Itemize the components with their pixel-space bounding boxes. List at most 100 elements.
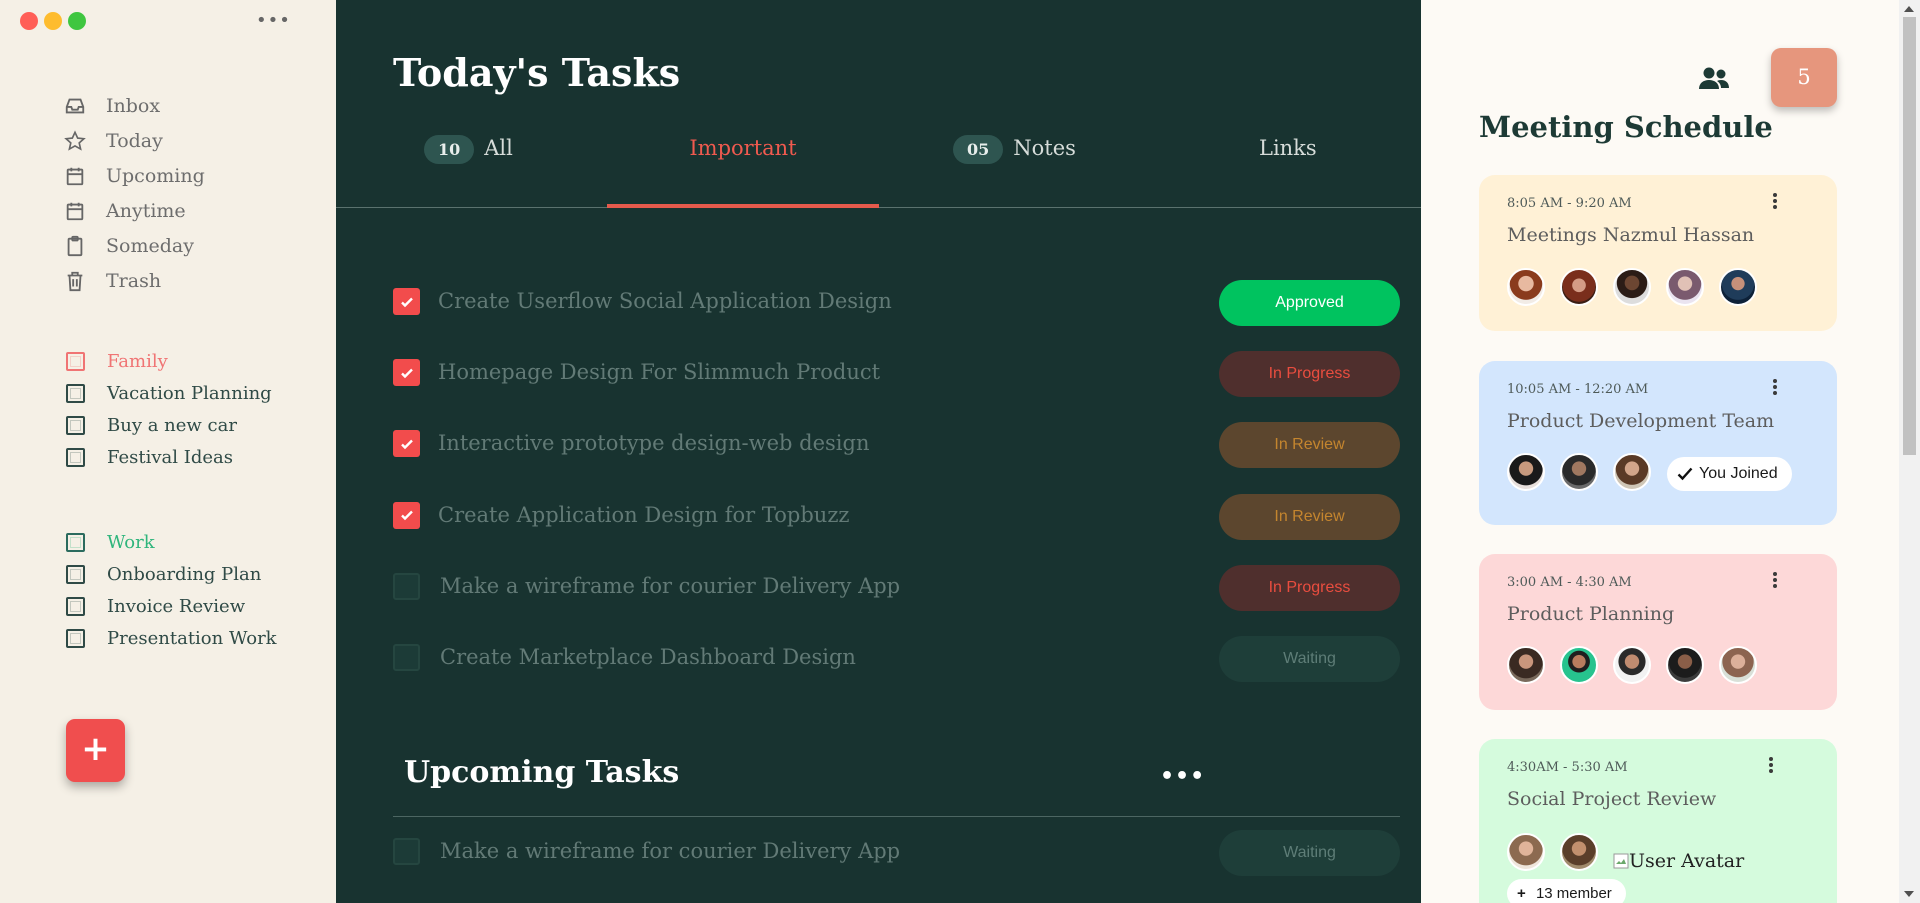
kebab-menu-icon[interactable] [1773,379,1779,395]
tab-links[interactable]: Links [1259,136,1317,208]
meeting-time: 10:05 AM - 12:20 AM [1507,382,1649,397]
add-button[interactable]: + [66,719,125,782]
nav-item-inbox[interactable]: Inbox [64,88,205,123]
you-joined-badge[interactable]: You Joined [1667,457,1792,491]
item-checkbox[interactable] [66,628,85,648]
tab-label: Links [1259,136,1317,160]
minimize-window-button[interactable] [44,12,62,30]
task-checkbox[interactable] [393,288,420,315]
member-count-label: 13 member [1535,885,1612,902]
list-item-label: Buy a new car [107,414,237,436]
nav-item-anytime[interactable]: Anytime [64,193,205,228]
sidebar-nav: Inbox Today Upcoming Anytime Someday Tra… [64,88,205,298]
task-row: Create Application Design for Topbuzz In… [393,479,1400,550]
inbox-icon [65,98,85,113]
group-title: Family [107,350,168,372]
tab-notes[interactable]: 05 Notes [953,135,1076,208]
attendee-avatars: You Joined [1507,453,1792,491]
meeting-card[interactable]: 8:05 AM - 9:20 AM Meetings Nazmul Hassan [1479,175,1837,331]
member-count-badge[interactable]: + 13 member [1507,879,1626,903]
people-icon[interactable] [1697,64,1731,94]
task-checkbox[interactable] [393,501,420,529]
status-badge[interactable]: Approved [1219,280,1400,326]
list-item[interactable]: Buy a new car [66,409,272,441]
list-item-label: Presentation Work [107,627,277,649]
kebab-menu-icon[interactable] [1773,193,1779,209]
more-options-icon[interactable]: ••• [1160,764,1205,789]
meeting-title: Product Development Team [1507,410,1775,432]
task-checkbox[interactable] [393,838,420,865]
task-checkbox[interactable] [393,572,420,600]
broken-image-icon [1613,853,1629,869]
check-icon [400,439,413,450]
task-checkbox[interactable] [393,430,420,458]
notification-button[interactable]: 5 [1771,48,1837,107]
maximize-window-button[interactable] [68,12,86,30]
group-checkbox[interactable] [66,532,85,552]
check-icon [1677,467,1693,481]
meeting-card[interactable]: 10:05 AM - 12:20 AM Product Development … [1479,361,1837,525]
group-header-work[interactable]: Work [66,526,277,558]
list-item-label: Invoice Review [107,595,246,617]
list-item[interactable]: Presentation Work [66,622,277,654]
scrollbar-thumb[interactable] [1903,17,1916,455]
group-checkbox[interactable] [66,351,85,371]
nav-item-trash[interactable]: Trash [64,263,205,298]
status-badge[interactable]: In Progress [1219,351,1400,398]
scroll-up-arrow-icon[interactable] [1904,6,1914,12]
avatar [1560,646,1598,684]
item-checkbox[interactable] [66,447,85,467]
list-item[interactable]: Invoice Review [66,590,277,622]
tab-label: All [484,136,513,160]
broken-avatar-image: User Avatar [1613,850,1744,872]
task-label: Make a wireframe for courier Delivery Ap… [440,573,901,598]
item-checkbox[interactable] [66,383,85,403]
check-icon [400,510,413,521]
scroll-down-arrow-icon[interactable] [1904,891,1914,897]
item-checkbox[interactable] [66,564,85,584]
task-checkbox[interactable] [393,359,420,387]
list-item-label: Vacation Planning [107,382,272,404]
avatar [1507,453,1545,491]
group-header-family[interactable]: Family [66,345,272,377]
trash-icon [67,271,83,291]
meeting-card[interactable]: 3:00 AM - 4:30 AM Product Planning [1479,554,1837,710]
upcoming-task-list: Make a wireframe for courier Delivery Ap… [393,822,1400,893]
task-label: Interactive prototype design-web design [438,431,870,456]
scrollbar[interactable] [1899,0,1920,903]
status-badge[interactable]: In Review [1219,493,1400,540]
status-badge[interactable]: In Progress [1219,564,1400,611]
nav-item-someday[interactable]: Someday [64,228,205,263]
tab-all[interactable]: 10 All [424,135,513,208]
list-item[interactable]: Vacation Planning [66,377,272,409]
item-checkbox[interactable] [66,596,85,616]
group-title: Work [107,531,155,553]
task-row: Homepage Design For Slimmuch Product In … [393,336,1400,407]
attendee-avatars: User Avatar [1507,833,1744,872]
status-badge[interactable]: Waiting [1219,635,1400,682]
nav-item-today[interactable]: Today [64,123,205,158]
kebab-menu-icon[interactable] [1769,757,1775,773]
status-badge[interactable]: In Review [1219,422,1400,469]
nav-label: Someday [106,234,194,257]
meeting-card[interactable]: 4:30AM - 5:30 AM Social Project Review U… [1479,739,1837,903]
list-item[interactable]: Onboarding Plan [66,558,277,590]
work-group: Work Onboarding Plan Invoice Review Pres… [66,526,277,654]
tab-important[interactable]: Important [607,136,879,208]
kebab-menu-icon[interactable] [1773,572,1779,588]
list-item[interactable]: Festival Ideas [66,441,272,473]
avatar [1666,268,1704,306]
status-badge[interactable]: Waiting [1219,830,1400,876]
avatar [1560,453,1598,491]
meeting-time: 3:00 AM - 4:30 AM [1507,575,1632,590]
more-options-icon[interactable]: ••• [256,10,291,31]
item-checkbox[interactable] [66,415,85,435]
check-icon [400,297,413,307]
avatar [1507,646,1545,684]
nav-item-upcoming[interactable]: Upcoming [64,158,205,193]
task-tabs: 10 All Important 05 Notes Links [336,118,1421,208]
task-checkbox[interactable] [393,643,420,671]
meeting-title: Social Project Review [1507,788,1717,810]
divider [393,816,1400,817]
close-window-button[interactable] [20,12,38,30]
